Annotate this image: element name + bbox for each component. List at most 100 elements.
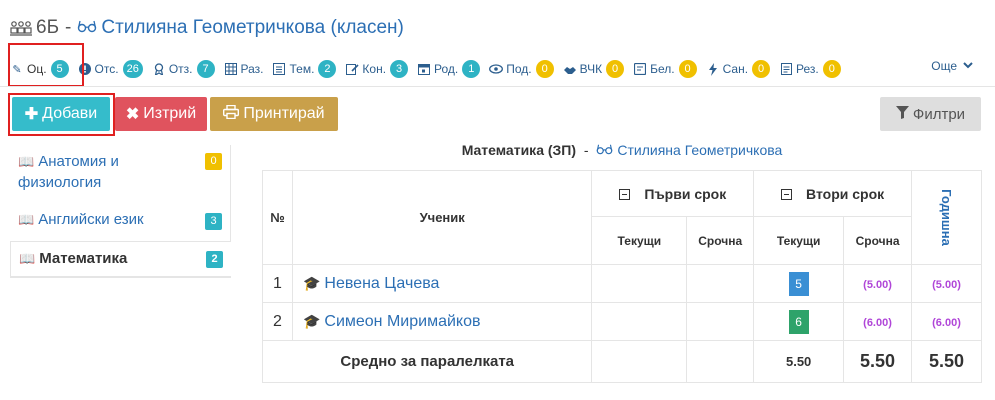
document-icon [779,62,793,76]
tab-notes[interactable]: Бел. 0 [633,57,697,81]
col-header-t1-current: Текущи [591,216,688,265]
collapse-icon[interactable] [781,188,793,200]
handshake-icon [563,62,577,76]
tab-label: Под. [506,62,532,76]
glasses-icon [596,142,613,158]
tab-schedule[interactable]: Раз. [224,57,263,81]
col-header-yearly: Годишна [911,170,982,265]
caption-separator: - [583,142,589,158]
student-icon: 🎓 [302,312,321,329]
book-icon: 📖 [19,251,36,266]
grid-icon [224,62,238,76]
grade-badge[interactable]: 5 [788,271,809,296]
tab-label: Кон. [362,62,387,76]
col-header-t2-term: Срочна [843,216,912,265]
tab-absences[interactable]: Отс. 26 [78,57,143,81]
table-row: 1 🎓 Невена Цачева 5 (5.00) (5.00) [262,264,982,303]
col-header-no: № [262,170,293,265]
delete-button[interactable]: ✖ Изтрий [115,97,207,131]
term-grade-value: (6.00) [863,317,892,329]
row-number: 2 [262,302,293,341]
table-row: 2 🎓 Симеон Миримайков 6 (6.00) (6.00) [262,302,982,341]
calendar-icon [417,62,431,76]
printer-icon [223,104,240,124]
col-header-student: Ученик [291,170,593,265]
tab-count-badge: 0 [606,60,625,78]
subject-list-divider [10,277,231,278]
print-button[interactable]: Принтирай [210,97,338,131]
term2-label: Втори срок [806,185,885,202]
tab-count-badge: 0 [678,60,697,78]
bolt-icon [706,62,720,76]
tab-count-badge: 0 [535,60,554,78]
t1-current-avg [591,340,688,383]
subject-label: Английски език [38,211,144,228]
tab-extracurricular[interactable]: ВЧК 0 [563,57,625,81]
t2-current-cell[interactable]: 5 [753,264,845,303]
book-icon: 📖 [18,212,35,227]
class-teacher-link[interactable]: Стилияна Геометричкова (класен) [101,17,404,39]
yearly-cell[interactable]: (5.00) [911,264,982,303]
filter-button-label: Филтри [912,105,966,123]
t1-term-cell[interactable] [686,264,755,303]
student-link[interactable]: 🎓 Невена Цачева [291,264,593,303]
tab-results[interactable]: Рез. 0 [779,57,841,81]
row-number: 1 [262,264,293,303]
caption-teacher-link[interactable]: Стилияна Геометричкова [617,142,782,158]
t1-current-cell[interactable] [591,302,688,341]
yearly-grade-value: (6.00) [932,317,961,329]
caption-subject: Математика (ЗП) [461,142,577,158]
glasses-icon [77,18,97,38]
tab-topics[interactable]: Тем. 2 [272,57,337,81]
tab-label: Отз. [168,62,193,76]
yearly-cell[interactable]: (6.00) [911,302,982,341]
delete-button-label: Изтрий [143,105,197,122]
col-header-term2[interactable]: Втори срок [753,170,912,217]
yearly-grade-value: (5.00) [932,279,961,291]
t2-current-avg: 5.50 [753,340,845,383]
filter-icon [895,105,909,123]
student-link[interactable]: 🎓 Симеон Миримайков [291,302,593,341]
tab-support[interactable]: Под. 0 [489,57,554,81]
col-header-term1[interactable]: Първи срок [591,170,755,217]
title-separator: - [65,17,72,38]
subject-item-anatomy[interactable]: 📖 Анатомия и физиология 0 [10,145,231,199]
more-dropdown[interactable]: Още [931,59,973,73]
filter-button[interactable]: Филтри [880,97,981,131]
subject-list: 📖 Анатомия и физиология 0 📖 Английски език… [10,145,231,278]
tab-label: Рез. [796,62,819,76]
tab-count-badge: 26 [122,60,143,78]
subject-item-math[interactable]: 📖 Математика 2 [10,241,231,277]
tab-tests[interactable]: Кон. 3 [345,57,409,81]
subject-item-english[interactable]: 📖 Английски език 3 [10,199,231,241]
note-icon [633,62,647,76]
t2-term-cell[interactable]: (6.00) [843,302,912,341]
highlight-box [8,43,84,87]
student-name: Невена Цачева [324,274,440,292]
student-icon: 🎓 [302,274,321,291]
t2-current-cell[interactable]: 6 [753,302,845,341]
t2-term-cell[interactable]: (5.00) [843,264,912,303]
average-label: Средно за паралелката [261,340,593,383]
tab-parents[interactable]: Род. 1 [417,57,481,81]
subject-label: Математика [39,250,128,267]
collapse-icon[interactable] [619,188,631,200]
tab-sanctions[interactable]: Сан. 0 [706,57,771,81]
col-header-t2-current: Текущи [753,216,845,265]
grade-badge[interactable]: 6 [788,309,809,334]
tab-label: Тем. [289,62,315,76]
t1-term-cell[interactable] [686,302,755,341]
tab-count-badge: 0 [822,60,841,78]
tab-label: Сан. [722,62,749,76]
average-row: Средно за паралелката 5.50 5.50 5.50 [261,340,982,383]
t1-current-cell[interactable] [591,264,688,303]
student-name: Симеон Миримайков [324,312,481,330]
page-title: 6Б - Стилияна Геометричкова (класен) [10,14,404,42]
tab-count-badge: 3 [390,60,409,78]
tab-count-badge: 7 [196,60,215,78]
eye-icon [489,62,504,76]
term-grade-value: (5.00) [863,279,892,291]
tab-feedback[interactable]: Отз. 7 [152,57,215,81]
print-button-label: Принтирай [243,105,325,122]
grades-caption: Математика (ЗП) - Стилияна Геометричкова [262,142,982,158]
